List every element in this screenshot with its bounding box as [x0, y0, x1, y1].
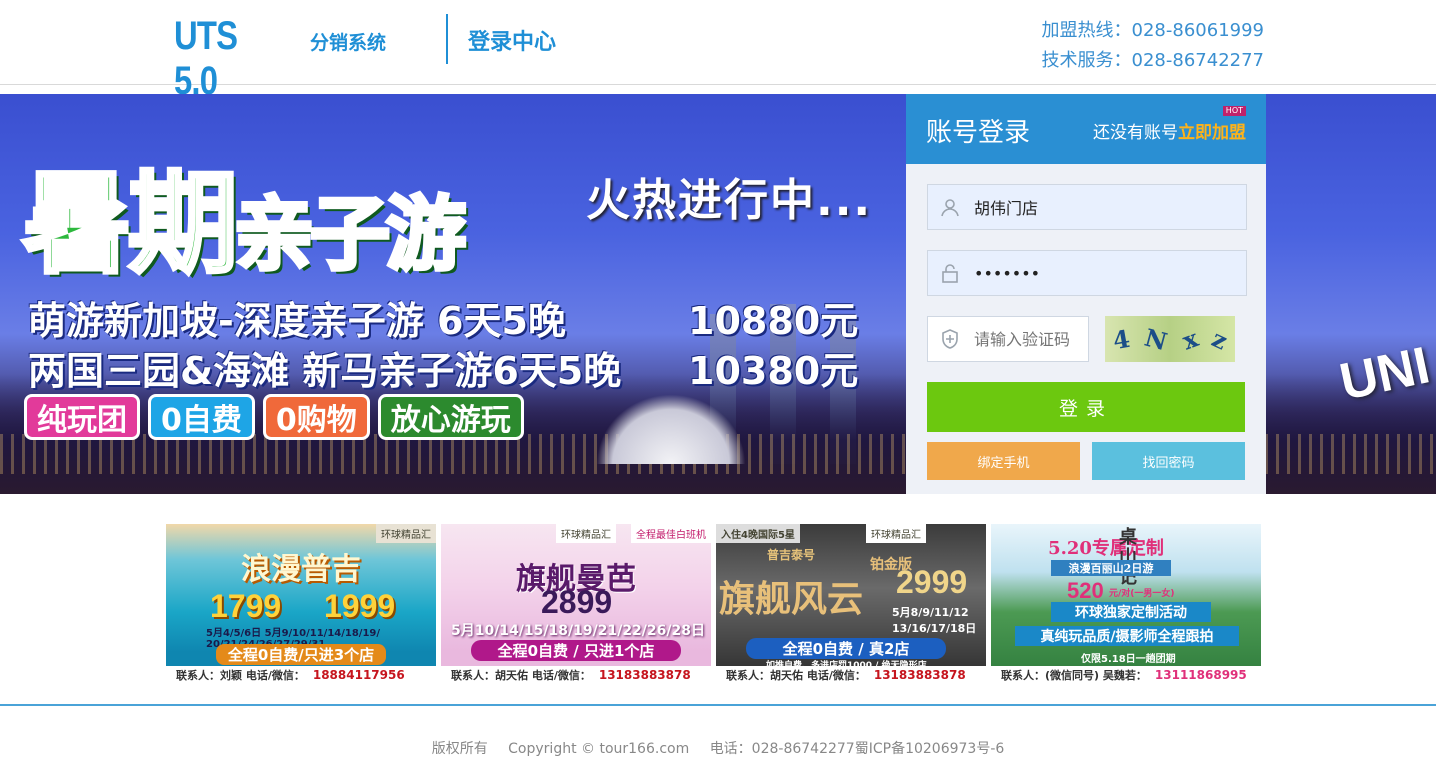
promo-strip: 全程0自费 / 真2店	[746, 638, 946, 659]
contact-label: 联系人：(微信同号) 吴魏若：	[1001, 669, 1147, 682]
hotline-tech: 技术服务：028-86742277	[1041, 50, 1264, 71]
banner-offer-line: 萌游新加坡-深度亲子游 6天5晚 10880元	[28, 290, 858, 345]
promo-tile-phuket[interactable]: 环球精品汇 浪漫普吉 1799 1999 5月4/5/6日 5月9/10/11/…	[166, 524, 436, 684]
badge-pure-tour: 纯玩团	[24, 394, 140, 440]
offer-price: 10380元	[688, 349, 859, 393]
contact-label: 联系人：刘颖 电话/微信：	[176, 669, 305, 682]
promo-strip: 全程0自费/只进3个店	[216, 644, 386, 665]
art-science-museum-graphic	[596, 394, 746, 464]
promo-price-suffix: 元/对(一男一女)	[1109, 589, 1175, 599]
promo-title: 浪漫普吉	[241, 552, 361, 587]
promo-tag: 环球精品汇	[376, 524, 436, 543]
bind-phone-button[interactable]: 绑定手机	[927, 442, 1080, 480]
captcha-input[interactable]	[972, 328, 1086, 350]
login-title: 账号登录	[926, 118, 1031, 148]
promo-strip: 全程0自费 / 只进1个店	[471, 640, 681, 661]
badge-no-extra-fee: 0自费	[148, 394, 255, 440]
join-prompt: 还没有账号立即加盟	[1093, 118, 1246, 143]
badge-no-shopping: 0购物	[262, 394, 370, 440]
contact-number: 13111868995	[1154, 668, 1247, 682]
promo-note: 仅限5.18日一趟团期	[1081, 654, 1176, 665]
page-footer: 版权所有 Copyright © tour166.com 电话：028-8674…	[0, 738, 1436, 758]
captcha-char: 4	[1110, 323, 1133, 355]
contact-label: 联系人：胡天佑 电话/微信：	[451, 669, 591, 682]
logo-sub-text: 分销系统	[310, 32, 387, 54]
promo-tag: 环球精品汇	[866, 524, 926, 543]
promo-price: 2999	[896, 564, 968, 600]
banner-headline-big: 暑期	[20, 157, 240, 290]
page-header: UTS 5.0 分销系统 登录中心 加盟热线：028-86061999 技术服务…	[0, 0, 1436, 103]
header-divider	[446, 14, 448, 64]
banner-offer-line: 两国三园&海滩 新马亲子游6天5晚 10380元	[28, 340, 858, 395]
promo-contact: 联系人：(微信同号) 吴魏若： 13111868995	[991, 666, 1261, 684]
promo-side: 桌山记	[1119, 527, 1137, 588]
username-field[interactable]	[927, 184, 1247, 230]
captcha-char: z	[1207, 322, 1233, 356]
password-field[interactable]	[927, 250, 1247, 296]
login-panel: 账号登录 还没有账号立即加盟 HOT 4 N x z 登录 绑定手机 找回密码	[906, 94, 1266, 494]
banner-headline: 暑期亲子游	[20, 134, 468, 294]
contact-number: 13183883878	[873, 668, 966, 682]
footer-phone: 电话：028-86742277蜀ICP备10206973号-6	[709, 741, 1005, 757]
promo-tiles: 环球精品汇 浪漫普吉 1799 1999 5月4/5/6日 5月9/10/11/…	[166, 524, 1262, 684]
promo-dates: 5月8/9/11/12 13/16/17/18日	[892, 606, 977, 635]
captcha-image[interactable]: 4 N x z	[1105, 316, 1235, 362]
hotlines: 加盟热线：028-86061999 技术服务：028-86742277	[1042, 16, 1264, 76]
promo-tile-bangkok[interactable]: 环球精品汇 全程最佳白班机 旗舰曼芭 2899 5月10/14/15/18/19…	[441, 524, 711, 684]
recover-password-button[interactable]: 找回密码	[1092, 442, 1245, 480]
captcha-char: x	[1178, 322, 1203, 356]
promo-price: 2899	[541, 584, 613, 620]
promo-strip: 真纯玩品质/摄影师全程跟拍	[1015, 626, 1239, 646]
promo-price: 1999	[324, 588, 396, 624]
promo-title: 5.20专属定制	[1048, 538, 1164, 559]
promo-contact: 联系人：胡天佑 电话/微信： 13183883878	[716, 666, 986, 684]
banner-slogan: 火热进行中...	[586, 175, 873, 226]
promo-contact: 联系人：刘颖 电话/微信： 18884117956	[166, 666, 436, 684]
contact-number: 13183883878	[598, 668, 691, 682]
promo-dates: 5月10/14/15/18/19/21/22/26/28日	[451, 623, 705, 639]
hotline-join: 加盟热线：028-86061999	[1041, 20, 1264, 41]
promo-price: 520	[1067, 578, 1104, 603]
promo-contact: 联系人：胡天佑 电话/微信： 13183883878	[441, 666, 711, 684]
banner-headline-small: 亲子游	[232, 185, 468, 283]
offer-text: 萌游新加坡-深度亲子游 6天5晚	[28, 299, 566, 343]
page-title: 登录中心	[468, 30, 557, 55]
contact-label: 联系人：胡天佑 电话/微信：	[726, 669, 866, 682]
footer-copyright: Copyright © tour166.com	[508, 741, 690, 757]
login-header: 账号登录 还没有账号立即加盟 HOT	[906, 94, 1266, 164]
password-input[interactable]	[972, 262, 1226, 284]
logo-main-text: UTS 5.0	[174, 14, 238, 103]
captcha-field[interactable]	[927, 316, 1089, 362]
offer-price: 10880元	[688, 299, 859, 343]
promo-tile-table-mountain[interactable]: 5.20专属定制 桌山记 浪漫百丽山2日游 520 元/对(一男一女) 环球独家…	[991, 524, 1261, 684]
promo-strip: 环球独家定制活动	[1051, 602, 1211, 622]
user-icon	[928, 197, 972, 217]
contact-number: 18884117956	[312, 668, 405, 682]
hot-badge: HOT	[1222, 106, 1246, 116]
promo-tag: 环球精品汇	[556, 524, 616, 543]
promo-tile-phuket-premium[interactable]: 入住4晚国际5星 环球精品汇 普吉泰号 旗舰风云 铂金版 2999 5月8/9/…	[716, 524, 986, 684]
logo[interactable]: UTS 5.0 分销系统	[174, 14, 387, 103]
promo-price: 1799	[210, 588, 282, 624]
captcha-char: N	[1142, 322, 1171, 356]
shield-icon	[928, 329, 972, 349]
promo-tag: 全程最佳白班机	[631, 524, 711, 543]
username-input[interactable]	[972, 196, 1226, 218]
banner-badges: 纯玩团 0自费 0购物 放心游玩	[24, 394, 524, 440]
promo-subtitle: 浪漫百丽山2日游	[1051, 560, 1171, 576]
login-button[interactable]: 登录	[927, 382, 1245, 432]
join-prefix: 还没有账号	[1093, 123, 1178, 143]
badge-worry-free: 放心游玩	[377, 394, 524, 440]
promo-tag: 入住4晚国际5星	[716, 524, 800, 543]
lock-icon	[928, 263, 972, 283]
footer-divider	[0, 704, 1436, 706]
join-link[interactable]: 立即加盟	[1178, 123, 1246, 143]
offer-text: 两国三园&海滩 新马亲子游6天5晚	[28, 349, 622, 393]
footer-rights: 版权所有	[431, 741, 488, 757]
